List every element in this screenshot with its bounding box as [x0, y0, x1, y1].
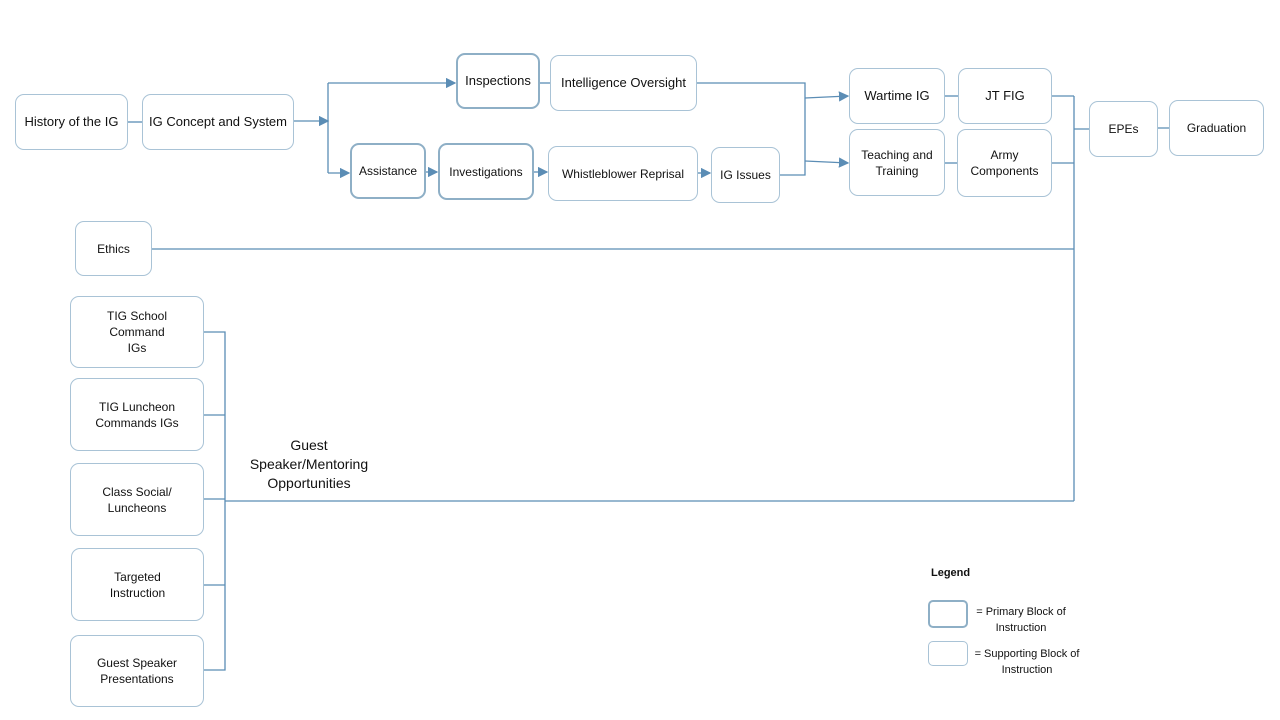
node-tig-luncheon: TIG Luncheon Commands IGs	[70, 378, 204, 451]
legend-primary-label: = Primary Block of Instruction	[976, 606, 1066, 634]
node-guest-speaker: Guest Speaker Presentations	[70, 635, 204, 707]
guest-speaker-label: Guest Speaker/Mentoring Opportunities	[249, 437, 369, 491]
legend-primary-swatch	[928, 600, 968, 628]
node-intelligence-oversight: Intelligence Oversight	[550, 55, 697, 111]
node-epes: EPEs	[1089, 101, 1158, 157]
node-history: History of the IG	[15, 94, 128, 150]
node-ig-issues: IG Issues	[711, 147, 780, 203]
legend-title: Legend	[931, 567, 971, 579]
legend-supporting-label: = Supporting Block of Instruction	[974, 648, 1080, 676]
node-tig-school: TIG School Command IGs	[70, 296, 204, 368]
legend-supporting-swatch	[928, 641, 968, 666]
node-assistance: Assistance	[350, 143, 426, 199]
node-investigations: Investigations	[438, 143, 534, 200]
node-inspections: Inspections	[456, 53, 540, 109]
node-army-components: Army Components	[957, 129, 1052, 197]
node-class-social: Class Social/ Luncheons	[70, 463, 204, 536]
node-teaching: Teaching and Training	[849, 129, 945, 196]
node-targeted: Targeted Instruction	[71, 548, 204, 621]
node-wartime-ig: Wartime IG	[849, 68, 945, 124]
node-graduation: Graduation	[1169, 100, 1264, 156]
node-whistleblower: Whistleblower Reprisal	[548, 146, 698, 201]
node-ethics: Ethics	[75, 221, 152, 276]
node-concept: IG Concept and System	[142, 94, 294, 150]
node-jt-fig: JT FIG	[958, 68, 1052, 124]
